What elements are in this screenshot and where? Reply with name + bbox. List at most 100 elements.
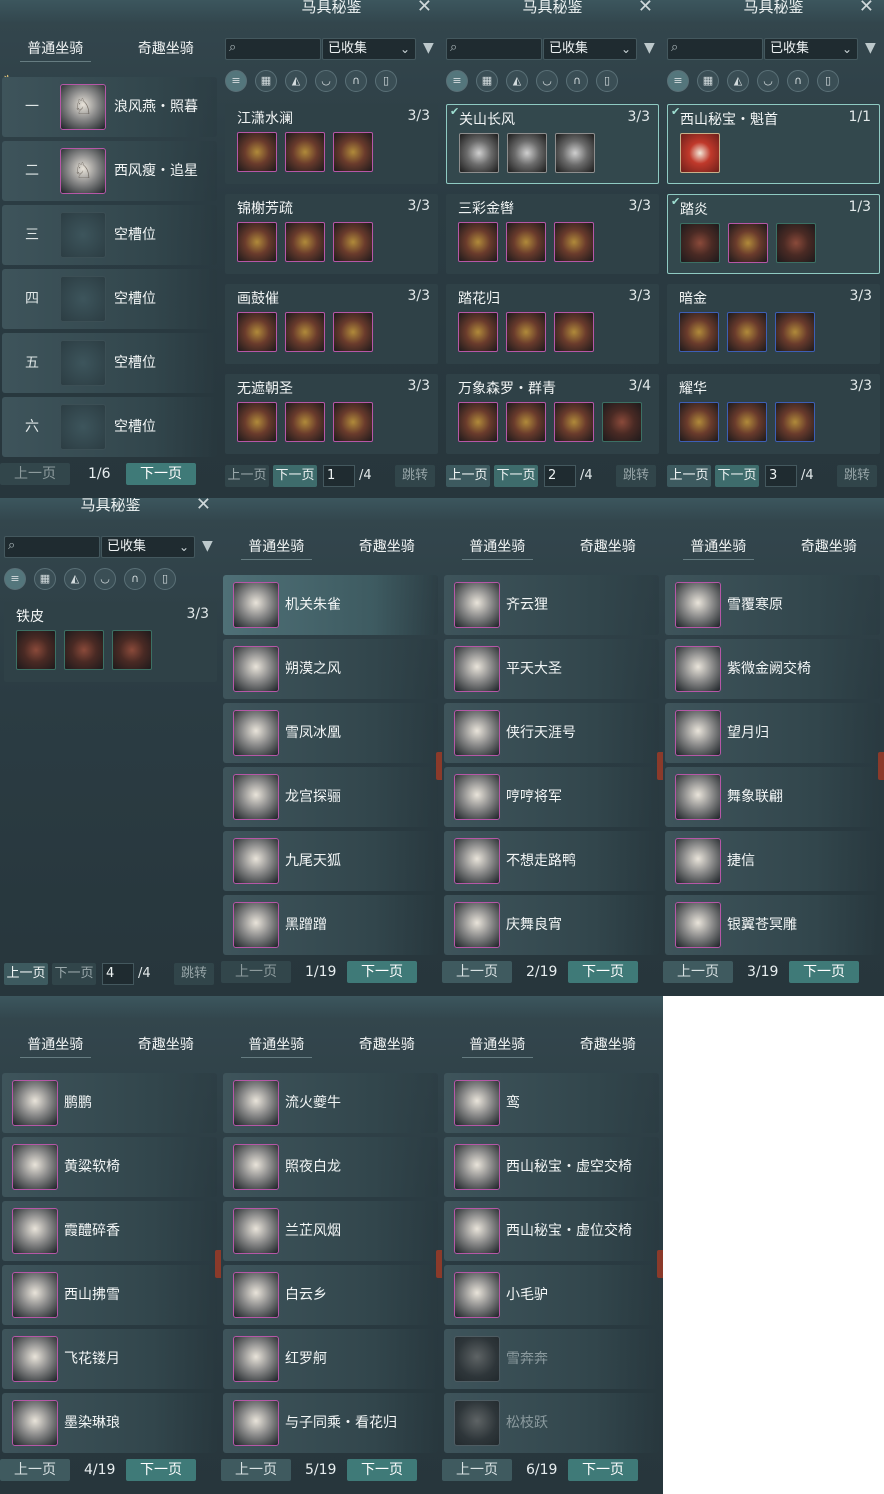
- prev-page-button[interactable]: 上一页: [667, 465, 711, 487]
- funnel-icon[interactable]: ▼: [202, 538, 213, 554]
- mount-row[interactable]: 鸾: [444, 1073, 659, 1133]
- leg-gear-icon[interactable]: ▯: [817, 70, 839, 92]
- next-page-button[interactable]: 下一页: [568, 961, 638, 983]
- chest-gear-icon[interactable]: ◡: [536, 70, 558, 92]
- tab-normal-mounts[interactable]: 普通坐骑: [442, 1030, 553, 1060]
- mount-row[interactable]: 西山秘宝・虚空交椅: [444, 1137, 659, 1197]
- search-input[interactable]: ⌕: [4, 536, 100, 558]
- set-card-collected[interactable]: ✔ 关山长风 3/3: [446, 104, 659, 184]
- slot-row[interactable]: 五 空槽位: [2, 333, 217, 393]
- next-page-button[interactable]: 下一页: [789, 961, 859, 983]
- tab-normal-mounts[interactable]: 普通坐骑: [221, 532, 332, 562]
- tab-normal-mounts[interactable]: 普通坐骑: [442, 532, 553, 562]
- collect-filter-select[interactable]: 已收集 ⌄: [764, 38, 858, 60]
- mount-row[interactable]: 黑蹭蹭: [223, 895, 438, 955]
- tab-normal-mounts[interactable]: 普通坐骑: [221, 1030, 332, 1060]
- collect-filter-select[interactable]: 已收集 ⌄: [322, 38, 416, 60]
- gear-piece-icon[interactable]: [554, 402, 594, 442]
- head-gear-icon[interactable]: ◭: [506, 70, 528, 92]
- set-card[interactable]: 耀华 3/3: [667, 374, 880, 454]
- tab-fun-mounts[interactable]: 奇趣坐骑: [111, 1030, 222, 1060]
- gear-piece-icon[interactable]: [680, 223, 720, 263]
- list-view-icon[interactable]: ≡: [667, 70, 689, 92]
- grid-view-icon[interactable]: ▦: [476, 70, 498, 92]
- gear-piece-icon[interactable]: [237, 132, 277, 172]
- leg-gear-icon[interactable]: ▯: [375, 70, 397, 92]
- side-tab-handle[interactable]: [657, 1250, 663, 1278]
- gear-piece-icon[interactable]: [16, 630, 56, 670]
- mount-row[interactable]: 望月归: [665, 703, 880, 763]
- jump-button[interactable]: 跳转: [174, 963, 214, 985]
- saddle-icon[interactable]: ∩: [124, 568, 146, 590]
- tab-normal-mounts[interactable]: 普通坐骑: [663, 532, 774, 562]
- funnel-icon[interactable]: ▼: [644, 40, 655, 56]
- funnel-icon[interactable]: ▼: [423, 40, 434, 56]
- chest-gear-icon[interactable]: ◡: [315, 70, 337, 92]
- next-page-button[interactable]: 下一页: [347, 1459, 417, 1481]
- set-card-collected[interactable]: ✔ 西山秘宝・魁首 1/1: [667, 104, 880, 184]
- gear-piece-icon[interactable]: [506, 222, 546, 262]
- saddle-icon[interactable]: ∩: [566, 70, 588, 92]
- gear-piece-icon[interactable]: [727, 402, 767, 442]
- gear-piece-icon[interactable]: [459, 133, 499, 173]
- gear-piece-icon[interactable]: [333, 312, 373, 352]
- prev-page-button[interactable]: 上一页: [0, 463, 70, 485]
- tab-fun-mounts[interactable]: 奇趣坐骑: [332, 1030, 443, 1060]
- prev-page-button[interactable]: 上一页: [442, 1459, 512, 1481]
- gear-piece-icon[interactable]: [506, 402, 546, 442]
- set-card[interactable]: 铁皮 3/3: [4, 602, 217, 682]
- grid-view-icon[interactable]: ▦: [255, 70, 277, 92]
- search-input[interactable]: ⌕: [667, 38, 763, 60]
- collect-filter-select[interactable]: 已收集 ⌄: [543, 38, 637, 60]
- leg-gear-icon[interactable]: ▯: [154, 568, 176, 590]
- mount-row[interactable]: 照夜白龙: [223, 1137, 438, 1197]
- mount-row[interactable]: 霞醴碎香: [2, 1201, 217, 1261]
- gear-piece-icon[interactable]: [285, 312, 325, 352]
- gear-piece-icon[interactable]: [776, 223, 816, 263]
- close-icon[interactable]: ✕: [417, 0, 432, 17]
- side-tab-handle[interactable]: [878, 752, 884, 780]
- next-page-button[interactable]: 下一页: [126, 463, 196, 485]
- jump-button[interactable]: 跳转: [395, 465, 435, 487]
- mount-row[interactable]: 兰芷风烟: [223, 1201, 438, 1261]
- prev-page-button[interactable]: 上一页: [225, 465, 269, 487]
- set-card[interactable]: 踏花归 3/3: [446, 284, 659, 364]
- gear-piece-icon[interactable]: [555, 133, 595, 173]
- next-page-button[interactable]: 下一页: [126, 1459, 196, 1481]
- grid-view-icon[interactable]: ▦: [697, 70, 719, 92]
- mount-row[interactable]: 机关朱雀: [223, 575, 438, 635]
- search-input[interactable]: ⌕: [446, 38, 542, 60]
- gear-piece-icon[interactable]: [333, 132, 373, 172]
- slot-row[interactable]: 三 空槽位: [2, 205, 217, 265]
- mount-row-locked[interactable]: 雪奔奔: [444, 1329, 659, 1389]
- page-input[interactable]: 3: [765, 465, 797, 487]
- set-card-collected[interactable]: ✔ 踏炎 1/3: [667, 194, 880, 274]
- saddle-icon[interactable]: ∩: [345, 70, 367, 92]
- mount-row[interactable]: 流火夔牛: [223, 1073, 438, 1133]
- gear-piece-icon[interactable]: [554, 312, 594, 352]
- next-page-button[interactable]: 下一页: [715, 465, 759, 487]
- leg-gear-icon[interactable]: ▯: [596, 70, 618, 92]
- gear-piece-icon[interactable]: [458, 312, 498, 352]
- tab-fun-mounts[interactable]: 奇趣坐骑: [332, 532, 443, 562]
- set-card[interactable]: 暗金 3/3: [667, 284, 880, 364]
- head-gear-icon[interactable]: ◭: [727, 70, 749, 92]
- mount-row[interactable]: 庆舞良宵: [444, 895, 659, 955]
- tab-normal-mounts[interactable]: 普通坐骑: [0, 34, 111, 64]
- gear-piece-icon[interactable]: [64, 630, 104, 670]
- tab-fun-mounts[interactable]: 奇趣坐骑: [553, 1030, 664, 1060]
- gear-piece-icon[interactable]: [728, 223, 768, 263]
- set-card[interactable]: 江潇水澜 3/3: [225, 104, 438, 184]
- chest-gear-icon[interactable]: ◡: [94, 568, 116, 590]
- next-page-button[interactable]: 下一页: [273, 465, 317, 487]
- mount-row[interactable]: 西山拂雪: [2, 1265, 217, 1325]
- chest-gear-icon[interactable]: ◡: [757, 70, 779, 92]
- slot-row[interactable]: 一 ♘ 浪风燕・照暮: [2, 77, 217, 137]
- mount-row[interactable]: 西山秘宝・虚位交椅: [444, 1201, 659, 1261]
- gear-piece-icon[interactable]: [727, 312, 767, 352]
- gear-piece-icon[interactable]: [285, 222, 325, 262]
- next-page-button[interactable]: 下一页: [568, 1459, 638, 1481]
- slot-row[interactable]: 二 ♘ 西风瘦・追星: [2, 141, 217, 201]
- gear-piece-icon[interactable]: [237, 402, 277, 442]
- set-card[interactable]: 万象森罗・群青 3/4: [446, 374, 659, 454]
